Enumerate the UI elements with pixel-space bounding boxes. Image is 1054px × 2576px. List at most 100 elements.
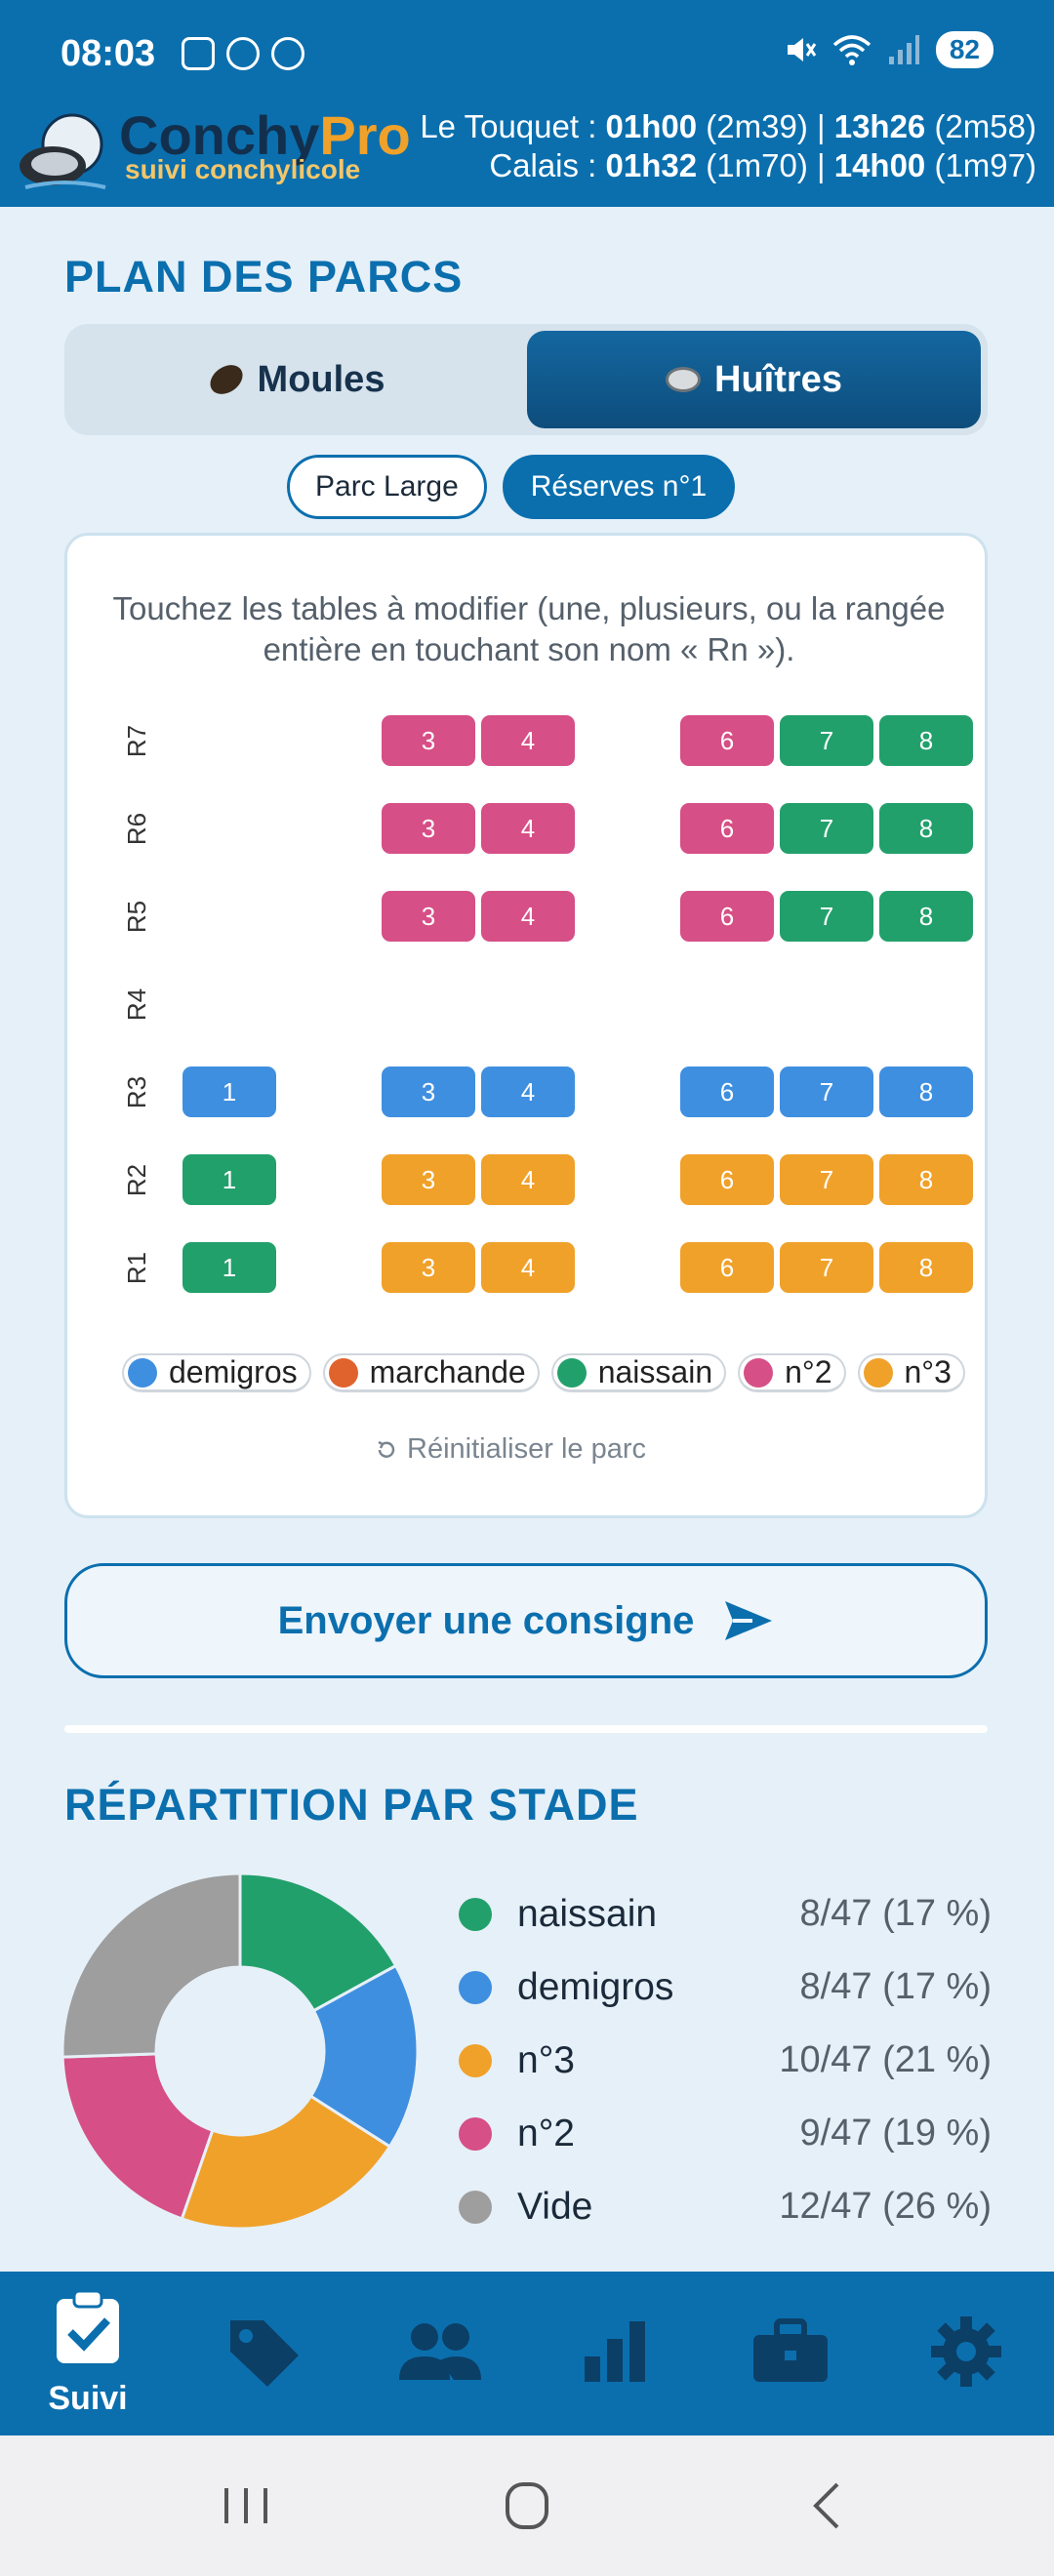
people-icon: [397, 2317, 481, 2391]
table-r7-4[interactable]: 4: [481, 715, 575, 766]
table-r1-7[interactable]: 7: [780, 1242, 873, 1293]
stage-count: 9/47 (19 %): [799, 2113, 992, 2153]
row-label-text: R2: [122, 1163, 152, 1196]
table-r7-6[interactable]: 6: [680, 715, 774, 766]
table-r1-3[interactable]: 3: [382, 1242, 475, 1293]
stage-stat-row: demigros 8/47 (17 %): [459, 1951, 992, 2024]
back-icon[interactable]: [787, 2475, 865, 2537]
legend-label: demigros: [169, 1354, 298, 1389]
table-r7-8[interactable]: 8: [879, 715, 973, 766]
tab-huitres[interactable]: Huîtres: [527, 331, 981, 428]
nav-item-briefcase[interactable]: [703, 2272, 878, 2435]
legend-dot: [128, 1357, 157, 1388]
stage-dot: [459, 1970, 492, 2004]
briefcase-icon: [751, 2317, 830, 2391]
table-r6-8[interactable]: 8: [879, 803, 973, 854]
legend-dot: [744, 1357, 774, 1388]
table-r5-7[interactable]: 7: [780, 891, 873, 942]
table-r2-4[interactable]: 4: [481, 1154, 575, 1205]
table-r2-1[interactable]: 1: [182, 1154, 276, 1205]
tide-height: (1m97): [925, 147, 1036, 183]
nav-item-people[interactable]: [351, 2272, 527, 2435]
nav-item-suivi[interactable]: Suivi: [0, 2272, 176, 2435]
battery-badge: 82: [935, 31, 993, 68]
table-r2-7[interactable]: 7: [780, 1154, 873, 1205]
row-label-r2[interactable]: R2: [118, 1150, 157, 1209]
row-label-text: R1: [122, 1251, 152, 1284]
stage-dot: [459, 2190, 492, 2224]
tide-info: Le Touquet : 01h00 (2m39) | 13h26 (2m58)…: [420, 107, 1036, 185]
whatsapp-icon: [226, 37, 260, 70]
row-label-r1[interactable]: R1: [118, 1238, 157, 1297]
donut-slice-n°2: [61, 2052, 215, 2221]
legend-item: n°3: [857, 1353, 965, 1392]
home-icon[interactable]: [488, 2475, 566, 2537]
send-instruction-button[interactable]: Envoyer une consigne: [64, 1563, 988, 1678]
reset-parc-button[interactable]: Réinitialiser le parc: [376, 1433, 646, 1466]
table-r3-6[interactable]: 6: [680, 1067, 774, 1117]
tide-place: Calais :: [489, 147, 606, 183]
row-label-r4[interactable]: R4: [118, 975, 157, 1033]
table-r5-4[interactable]: 4: [481, 891, 575, 942]
mussel-icon: [204, 359, 248, 400]
table-r6-4[interactable]: 4: [481, 803, 575, 854]
table-r3-8[interactable]: 8: [879, 1067, 973, 1117]
tide-time: 14h00: [833, 147, 926, 183]
row-label-r5[interactable]: R5: [118, 887, 157, 946]
system-navigation-bar: [0, 2435, 1054, 2576]
stage-count: 8/47 (17 %): [799, 1966, 992, 2007]
table-r7-7[interactable]: 7: [780, 715, 873, 766]
nav-item-gear[interactable]: [878, 2272, 1054, 2435]
stage-name: n°2: [517, 2112, 575, 2154]
nav-item-bar-chart[interactable]: [527, 2272, 703, 2435]
row-label-text: R7: [122, 724, 152, 757]
row-label-r7[interactable]: R7: [118, 711, 157, 770]
table-r2-6[interactable]: 6: [680, 1154, 774, 1205]
row-label-r3[interactable]: R3: [118, 1063, 157, 1121]
tab-label: Moules: [257, 358, 385, 400]
stage-stat-row: naissain 8/47 (17 %): [459, 1877, 992, 1951]
table-r5-3[interactable]: 3: [382, 891, 475, 942]
parc-chip-reserves[interactable]: Réserves n°1: [502, 455, 736, 519]
row-label-text: R5: [122, 900, 152, 933]
stage-dot: [459, 2116, 492, 2151]
nav-item-tag[interactable]: [176, 2272, 351, 2435]
table-r3-7[interactable]: 7: [780, 1067, 873, 1117]
table-r1-1[interactable]: 1: [182, 1242, 276, 1293]
species-toggle: Moules Huîtres: [64, 324, 988, 435]
table-r6-6[interactable]: 6: [680, 803, 774, 854]
clipboard-check-icon: [53, 2289, 123, 2370]
table-r3-3[interactable]: 3: [382, 1067, 475, 1117]
screenshot-notification-icon: [182, 37, 215, 70]
table-r5-6[interactable]: 6: [680, 891, 774, 942]
parc-chip-large[interactable]: Parc Large: [287, 455, 487, 519]
tab-moules[interactable]: Moules: [71, 331, 522, 428]
parc-map-card: Touchez les tables à modifier (une, plus…: [64, 533, 988, 1518]
table-r3-4[interactable]: 4: [481, 1067, 575, 1117]
bottom-navigation: Suivi: [0, 2272, 1054, 2435]
table-r6-7[interactable]: 7: [780, 803, 873, 854]
recent-apps-icon[interactable]: [207, 2475, 285, 2537]
table-r1-4[interactable]: 4: [481, 1242, 575, 1293]
row-label-text: R6: [122, 812, 152, 845]
table-r1-8[interactable]: 8: [879, 1242, 973, 1293]
row-label-r6[interactable]: R6: [118, 799, 157, 858]
section-divider: [64, 1725, 988, 1733]
notification-icons: [182, 37, 304, 70]
stage-legend: demigros marchande naissain n°2 n°3: [122, 1353, 965, 1392]
table-r2-3[interactable]: 3: [382, 1154, 475, 1205]
repartition-list: naissain 8/47 (17 %) demigros 8/47 (17 %) n°…: [459, 1877, 992, 2243]
legend-label: n°3: [904, 1354, 952, 1389]
legend-item: n°2: [738, 1353, 846, 1392]
tide-place: Le Touquet :: [420, 108, 606, 144]
table-r7-3[interactable]: 3: [382, 715, 475, 766]
table-r2-8[interactable]: 8: [879, 1154, 973, 1205]
legend-dot: [863, 1357, 893, 1388]
repartition-donut-chart: [61, 1872, 420, 2231]
table-r1-6[interactable]: 6: [680, 1242, 774, 1293]
table-r5-8[interactable]: 8: [879, 891, 973, 942]
table-r3-1[interactable]: 1: [182, 1067, 276, 1117]
system-indicators: 82: [784, 31, 993, 68]
table-r6-3[interactable]: 3: [382, 803, 475, 854]
bar-chart-icon: [581, 2317, 649, 2391]
